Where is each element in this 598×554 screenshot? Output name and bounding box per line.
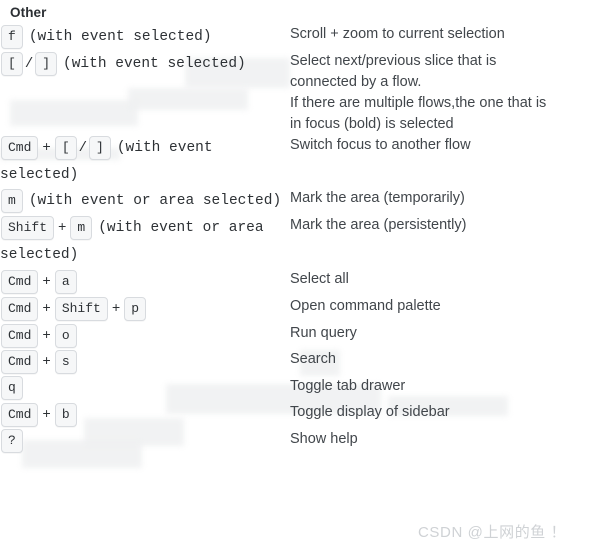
shortcut-description-line: Search (290, 351, 336, 368)
key-cap[interactable]: a (54, 269, 77, 294)
shortcut-row: Cmd + s Search (0, 349, 598, 376)
shortcut-row: Cmd + Shift + p Open command palette (0, 296, 598, 323)
key-separator-slash: / (24, 55, 34, 72)
shortcut-description-line: Toggle display of sidebar (290, 404, 450, 421)
key-cap[interactable]: m (70, 216, 93, 241)
key-cap[interactable]: Cmd (1, 269, 39, 294)
shortcut-keys-show-help: ? (0, 429, 290, 455)
shortcut-description-line: Select all (290, 270, 349, 287)
key-separator-plus: + (42, 327, 51, 344)
watermark: CSDN @上网的鱼 ！ (418, 524, 567, 541)
key-cap[interactable]: m (1, 189, 23, 214)
key-cap[interactable]: s (54, 350, 77, 375)
key-cap[interactable]: q (1, 376, 23, 401)
shortcut-row: Cmd + a Select all (0, 269, 598, 296)
shortcut-keys-zoom-to-selection: f (with event selected) (0, 24, 290, 51)
shortcut-condition-note: (with event or area selected) (28, 193, 282, 210)
shortcut-row: f (with event selected) Scroll + zoom to c… (0, 24, 598, 51)
key-separator-plus: + (42, 354, 51, 371)
shortcut-description-line: Run query (290, 324, 357, 341)
key-separator-slash: / (78, 139, 88, 156)
shortcut-description-toggle-tab-drawer: Toggle tab drawer (290, 376, 598, 402)
shortcut-description-open-command-palette: Open command palette (290, 296, 598, 323)
key-cap[interactable]: [ (1, 51, 23, 76)
key-cap[interactable]: Cmd (1, 350, 39, 375)
shortcut-description-show-help: Show help (290, 429, 598, 455)
shortcut-row: ? Show help (0, 429, 598, 455)
shortcut-keys-search: Cmd + s (0, 349, 290, 376)
key-cap[interactable]: o (54, 323, 77, 348)
shortcut-description-line: Mark the area (temporarily) (290, 190, 465, 207)
key-cap[interactable]: ? (1, 429, 23, 454)
shortcut-keys-select-next-prev-slice: [/] (with event selected) (0, 51, 290, 135)
page-title: Other (10, 5, 47, 20)
key-cap[interactable]: [ (54, 135, 77, 160)
shortcut-condition-note: (with event selected) (63, 55, 246, 72)
key-separator-plus: + (42, 139, 51, 156)
key-cap[interactable]: b (54, 403, 77, 428)
shortcuts-table: f (with event selected) Scroll + zoom to c… (0, 24, 598, 455)
shortcut-keys-switch-focus-flow: Cmd +[/] (with event selected) (0, 135, 290, 189)
shortcut-description-line: Scroll + zoom to current selection (290, 26, 505, 42)
shortcuts-table-body: f (with event selected) Scroll + zoom to c… (0, 24, 598, 455)
shortcut-row: Cmd + o Run query (0, 323, 598, 350)
shortcut-description-run-query: Run query (290, 323, 598, 350)
shortcut-row: [/] (with event selected) Select next/prev… (0, 51, 598, 135)
shortcut-description-zoom-to-selection: Scroll + zoom to current selection (290, 24, 598, 51)
shortcut-description-select-next-prev-slice: Select next/previous slice that is connec… (290, 51, 598, 135)
shortcut-row: Shift + m (with event or area selected) Mark… (0, 215, 598, 269)
shortcut-description-line: Toggle tab drawer (290, 378, 406, 395)
shortcut-description-line: in focus (bold) is selected (290, 115, 454, 132)
shortcut-keys-toggle-tab-drawer: q (0, 376, 290, 402)
shortcut-description-select-all: Select all (290, 269, 598, 296)
key-cap[interactable]: Shift (54, 296, 108, 321)
shortcut-keys-toggle-sidebar: Cmd + b (0, 402, 290, 429)
shortcut-description-mark-area-temporarily: Mark the area (temporarily) (290, 188, 598, 215)
key-separator-plus: + (42, 407, 51, 424)
shortcut-description-line: If there are multiple flows,the one that… (290, 94, 547, 111)
shortcut-description-search: Search (290, 349, 598, 376)
shortcut-row: q Toggle tab drawer (0, 376, 598, 402)
key-cap[interactable]: p (124, 296, 147, 321)
shortcut-keys-select-all: Cmd + a (0, 269, 290, 296)
key-cap[interactable]: Cmd (1, 323, 39, 348)
shortcut-keys-mark-area-persistently: Shift + m (with event or area selected) (0, 215, 290, 269)
key-separator-plus: + (111, 300, 121, 317)
key-cap[interactable]: Cmd (1, 403, 39, 428)
key-separator-plus: + (42, 273, 51, 290)
key-separator-plus: + (42, 300, 51, 317)
key-separator-plus: + (58, 220, 67, 237)
key-cap[interactable]: ] (35, 51, 58, 76)
shortcut-description-line: Show help (290, 431, 358, 448)
key-cap[interactable]: f (1, 25, 23, 49)
shortcut-keys-mark-area-temporarily: m (with event or area selected) (0, 188, 290, 215)
key-cap[interactable]: Cmd (1, 296, 39, 321)
key-cap[interactable]: Cmd (1, 135, 39, 160)
shortcut-description-line: connected by a flow. (290, 73, 422, 90)
shortcut-description-mark-area-persistently: Mark the area (persistently) (290, 215, 598, 269)
shortcut-description-line: Switch focus to another flow (290, 136, 471, 153)
key-cap[interactable]: ] (89, 135, 111, 160)
shortcut-description-toggle-sidebar: Toggle display of sidebar (290, 402, 598, 429)
key-cap[interactable]: Shift (1, 216, 55, 241)
shortcut-row: Cmd +[/] (with event selected) Switch focus… (0, 135, 598, 189)
shortcut-description-line: Select next/previous slice that is (290, 52, 497, 69)
shortcut-condition-note: (with event selected) (28, 29, 212, 45)
shortcut-row: Cmd + b Toggle display of sidebar (0, 402, 598, 429)
shortcuts-panel: Other f (with event selected) Scroll + zoo… (0, 0, 598, 455)
shortcut-description-line: Open command palette (290, 297, 441, 314)
shortcut-description-line: Mark the area (persistently) (290, 217, 467, 234)
shortcut-keys-run-query: Cmd + o (0, 323, 290, 350)
shortcut-row: m (with event or area selected) Mark the a… (0, 188, 598, 215)
shortcut-keys-open-command-palette: Cmd + Shift + p (0, 296, 290, 323)
shortcut-description-switch-focus-flow: Switch focus to another flow (290, 135, 598, 189)
